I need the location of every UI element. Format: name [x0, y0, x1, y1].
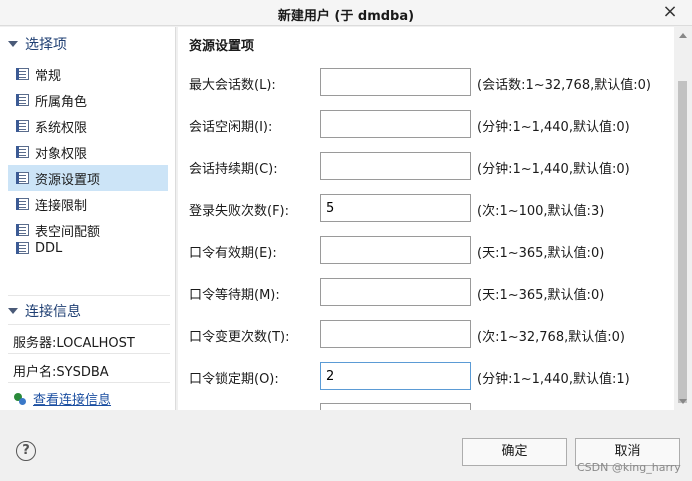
nav-item-label: 常规 [35, 68, 62, 84]
password-lifetime-input[interactable] [320, 236, 471, 264]
nav-item-label: 连接限制 [35, 198, 88, 214]
session-duration-label: 会话持续期(C): [189, 162, 278, 177]
username-info: 用户名:SYSDBA [13, 365, 109, 380]
scroll-thumb[interactable] [678, 81, 687, 403]
watermark: CSDN @king_harry [577, 461, 681, 474]
nav-item-label: 资源设置项 [35, 172, 101, 188]
max-sessions-row: 最大会话数(L): (会话数:1~32,768,默认值:0) [178, 68, 674, 96]
session-duration-hint: (分钟:1~1,440,默认值:0) [477, 162, 630, 177]
password-change-count-hint: (次:1~32,768,默认值:0) [477, 330, 625, 345]
session-duration-input[interactable] [320, 152, 471, 180]
max-sessions-label: 最大会话数(L): [189, 78, 276, 93]
nav-item-system-privileges[interactable]: 系统权限 [8, 113, 168, 139]
sidebar-divider [8, 295, 170, 296]
partial-row [178, 403, 674, 410]
page-icon [16, 68, 29, 80]
login-failures-hint: (次:1~100,默认值:3) [477, 204, 605, 219]
password-wait-label: 口令等待期(M): [189, 288, 280, 303]
login-failures-row: 登录失败次数(F): (次:1~100,默认值:3) [178, 194, 674, 222]
session-idle-hint: (分钟:1~1,440,默认值:0) [477, 120, 630, 135]
nav-item-label: 对象权限 [35, 146, 88, 162]
session-idle-label: 会话空闲期(I): [189, 120, 273, 135]
page-icon [16, 94, 29, 106]
password-change-count-input[interactable] [320, 320, 471, 348]
password-lock-row: 口令锁定期(O): (分钟:1~1,440,默认值:1) [178, 362, 674, 390]
page-icon [16, 172, 29, 184]
password-lock-input[interactable] [320, 362, 471, 390]
connection-section-label: 连接信息 [25, 304, 81, 320]
nav-list: 常规 所属角色 系统权限 对象权限 资源设置项 连接限制 表空间配额 DDL [8, 61, 168, 257]
page-icon [16, 146, 29, 158]
nav-item-label: 系统权限 [35, 120, 88, 136]
connection-section-header[interactable]: 连接信息 [8, 302, 81, 320]
sidebar: 选择项 常规 所属角色 系统权限 对象权限 资源设置项 连接限制 表空间配额 D… [0, 27, 176, 410]
password-lifetime-hint: (天:1~365,默认值:0) [477, 246, 605, 261]
password-wait-hint: (天:1~365,默认值:0) [477, 288, 605, 303]
scroll-up-icon[interactable] [679, 33, 687, 38]
content-scrollbar[interactable] [674, 27, 692, 410]
password-wait-input[interactable] [320, 278, 471, 306]
view-connection-info-link[interactable]: 查看连接信息 [13, 389, 111, 408]
session-idle-input[interactable] [320, 110, 471, 138]
sidebar-divider [8, 353, 170, 354]
password-change-count-label: 口令变更次数(T): [189, 330, 290, 345]
next-field-input[interactable] [320, 403, 471, 410]
page-icon [16, 198, 29, 210]
nav-item-ddl[interactable]: DDL [8, 239, 168, 257]
select-section-header[interactable]: 选择项 [8, 35, 67, 53]
password-lifetime-label: 口令有效期(E): [189, 246, 277, 261]
nav-item-resource-settings[interactable]: 资源设置项 [8, 165, 168, 191]
view-connection-info-label: 查看连接信息 [33, 393, 112, 408]
panel-heading: 资源设置项 [189, 39, 255, 54]
nav-item-general[interactable]: 常规 [8, 61, 168, 87]
nav-item-label: DDL [35, 240, 63, 256]
ok-button[interactable]: 确定 [462, 438, 567, 466]
select-section-label: 选择项 [25, 37, 67, 53]
help-icon[interactable]: ? [16, 441, 36, 461]
title-bar: 新建用户 (于 dmdba) × [0, 0, 692, 26]
connection-info-icon [13, 392, 27, 406]
nav-item-label: 所属角色 [35, 94, 88, 110]
session-duration-row: 会话持续期(C): (分钟:1~1,440,默认值:0) [178, 152, 674, 180]
close-icon[interactable]: × [660, 2, 680, 22]
password-lock-hint: (分钟:1~1,440,默认值:1) [477, 372, 630, 387]
resource-settings-panel: 资源设置项 最大会话数(L): (会话数:1~32,768,默认值:0) 会话空… [178, 27, 674, 410]
password-lifetime-row: 口令有效期(E): (天:1~365,默认值:0) [178, 236, 674, 264]
password-change-count-row: 口令变更次数(T): (次:1~32,768,默认值:0) [178, 320, 674, 348]
max-sessions-input[interactable] [320, 68, 471, 96]
login-failures-label: 登录失败次数(F): [189, 204, 290, 219]
nav-item-label: 表空间配额 [35, 224, 101, 240]
scroll-down-icon[interactable] [679, 399, 687, 404]
page-icon [16, 120, 29, 132]
server-info: 服务器:LOCALHOST [13, 336, 135, 351]
window-title: 新建用户 (于 dmdba) [277, 9, 415, 24]
nav-item-connection-limits[interactable]: 连接限制 [8, 191, 168, 217]
login-failures-input[interactable] [320, 194, 471, 222]
session-idle-row: 会话空闲期(I): (分钟:1~1,440,默认值:0) [178, 110, 674, 138]
collapse-triangle-icon [8, 308, 18, 314]
sidebar-divider [8, 324, 170, 325]
password-lock-label: 口令锁定期(O): [189, 372, 279, 387]
page-icon [16, 242, 29, 254]
collapse-triangle-icon [8, 41, 18, 47]
sidebar-divider [8, 382, 170, 383]
nav-item-object-privileges[interactable]: 对象权限 [8, 139, 168, 165]
nav-item-roles[interactable]: 所属角色 [8, 87, 168, 113]
password-wait-row: 口令等待期(M): (天:1~365,默认值:0) [178, 278, 674, 306]
page-icon [16, 224, 29, 236]
max-sessions-hint: (会话数:1~32,768,默认值:0) [477, 78, 651, 93]
